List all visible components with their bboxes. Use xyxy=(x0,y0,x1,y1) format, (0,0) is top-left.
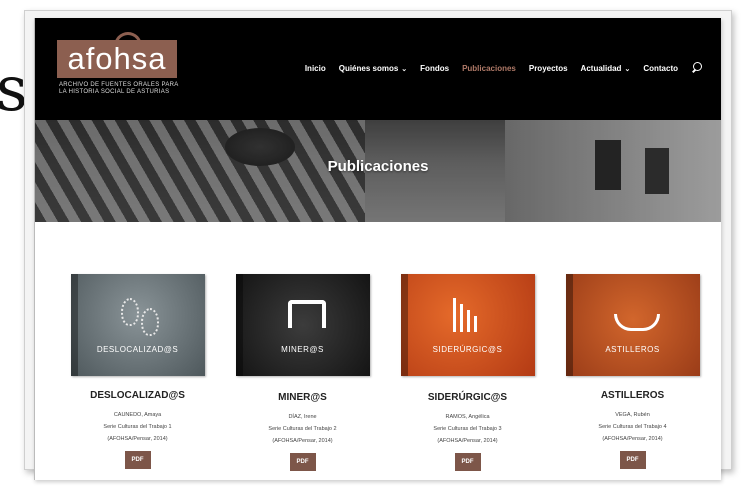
nav-item-label: Proyectos xyxy=(528,63,568,73)
nav-item-label: Inicio xyxy=(304,63,326,73)
book-meta: RAMOS, Angélica Serie Culturas del Traba… xyxy=(385,411,550,447)
nav-item-label: Fondos xyxy=(420,63,450,73)
site-header: afohsa ARCHIVO DE FUENTES ORALES PARA LA… xyxy=(35,18,721,120)
book-author: CAUNEDO, Amaya xyxy=(113,412,162,418)
main-nav: Inicio Quiénes somos ⌄ Fondos Publicacion… xyxy=(305,62,703,74)
tagline-line-1: ARCHIVO DE FUENTES ORALES PARA xyxy=(59,82,179,88)
book-cover-title: ASTILLEROS xyxy=(605,345,660,354)
publication-card: DESLOCALIZAD@S DESLOCALIZAD@S CAUNEDO, A… xyxy=(55,274,220,471)
book-title: DESLOCALIZAD@S xyxy=(90,390,185,401)
footprint-icon xyxy=(140,308,159,336)
site-tagline: ARCHIVO DE FUENTES ORALES PARA LA HISTOR… xyxy=(59,82,179,96)
book-series: Serie Culturas del Trabajo 3 xyxy=(433,426,502,432)
book-author: RAMOS, Angélica xyxy=(445,414,490,420)
book-cover-title: SIDERÚRGIC@S xyxy=(432,345,503,354)
nav-item-actualidad[interactable]: Actualidad ⌄ xyxy=(581,64,631,73)
book-author: VEGA, Rubén xyxy=(615,412,650,418)
mine-entrance-icon xyxy=(287,300,326,328)
book-spine xyxy=(400,274,408,376)
chevron-down-icon: ⌄ xyxy=(624,65,631,73)
book-cover[interactable]: ASTILLEROS xyxy=(565,274,700,376)
book-publisher: (AFOHSA/Pensar, 2014) xyxy=(437,438,498,444)
book-spine xyxy=(565,274,573,376)
publication-card: MINER@S MINER@S DÍAZ, Irene Serie Cultur… xyxy=(220,274,385,471)
nav-item-label: Contacto xyxy=(643,63,678,73)
book-meta: VEGA, Rubén Serie Culturas del Trabajo 4… xyxy=(550,409,715,445)
publication-card: SIDERÚRGIC@S SIDERÚRGIC@S RAMOS, Angélic… xyxy=(385,274,550,471)
pdf-button[interactable]: PDF xyxy=(289,453,316,471)
book-publisher: (AFOHSA/Pensar, 2014) xyxy=(107,436,168,442)
book-title: ASTILLEROS xyxy=(600,390,665,401)
book-cover[interactable]: MINER@S xyxy=(235,274,370,376)
book-author: DÍAZ, Irene xyxy=(288,414,317,420)
nav-item-quienes-somos[interactable]: Quiénes somos ⌄ xyxy=(339,64,407,73)
book-meta: DÍAZ, Irene Serie Culturas del Trabajo 2… xyxy=(220,411,385,447)
book-spine xyxy=(70,274,78,376)
browser-page: afohsa ARCHIVO DE FUENTES ORALES PARA LA… xyxy=(34,18,721,480)
book-meta: CAUNEDO, Amaya Serie Culturas del Trabaj… xyxy=(55,409,220,445)
book-publisher: (AFOHSA/Pensar, 2014) xyxy=(272,438,333,444)
book-series: Serie Culturas del Trabajo 1 xyxy=(103,424,172,430)
book-cover[interactable]: SIDERÚRGIC@S xyxy=(400,274,535,376)
book-cover-title: MINER@S xyxy=(281,345,324,354)
publication-card: ASTILLEROS ASTILLEROS VEGA, Rubén Serie … xyxy=(550,274,715,471)
nav-item-fondos[interactable]: Fondos xyxy=(420,64,449,73)
page-title: Publicaciones xyxy=(327,158,429,175)
book-series: Serie Culturas del Trabajo 2 xyxy=(268,426,337,432)
search-icon[interactable] xyxy=(691,62,703,74)
book-cover[interactable]: DESLOCALIZAD@S xyxy=(70,274,205,376)
chevron-down-icon: ⌄ xyxy=(401,65,408,73)
pdf-button[interactable]: PDF xyxy=(619,451,646,469)
book-spine xyxy=(235,274,243,376)
pdf-button[interactable]: PDF xyxy=(124,451,151,469)
chimneys-icon xyxy=(452,298,477,332)
book-series: Serie Culturas del Trabajo 4 xyxy=(598,424,667,430)
book-title: SIDERÚRGIC@S xyxy=(427,392,508,403)
nav-item-label: Quiénes somos xyxy=(338,63,399,73)
nav-item-label: Publicaciones xyxy=(462,63,516,73)
nav-item-publicaciones[interactable]: Publicaciones xyxy=(462,64,516,73)
pdf-button[interactable]: PDF xyxy=(454,453,481,471)
footprint-icon xyxy=(120,298,139,326)
ship-hull-icon xyxy=(613,314,660,331)
nav-item-contacto[interactable]: Contacto xyxy=(643,64,678,73)
book-title: MINER@S xyxy=(278,392,327,403)
nav-item-label: Actualidad xyxy=(580,63,622,73)
tagline-line-2: LA HISTORIA SOCIAL DE ASTURIAS xyxy=(59,89,170,95)
book-cover-title: DESLOCALIZAD@S xyxy=(96,345,179,354)
nav-item-inicio[interactable]: Inicio xyxy=(305,64,326,73)
book-publisher: (AFOHSA/Pensar, 2014) xyxy=(602,436,663,442)
nav-item-proyectos[interactable]: Proyectos xyxy=(529,64,568,73)
publications-grid: DESLOCALIZAD@S DESLOCALIZAD@S CAUNEDO, A… xyxy=(55,274,715,471)
site-logo[interactable]: afohsa xyxy=(57,40,177,78)
